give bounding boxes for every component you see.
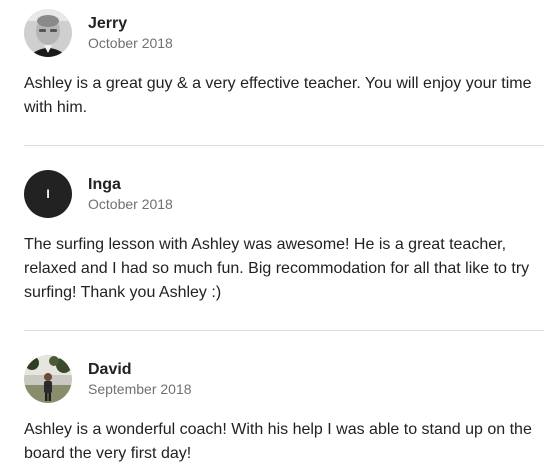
reviewer-avatar[interactable] — [24, 355, 72, 403]
review-item: David September 2018 Ashley is a wonderf… — [24, 355, 544, 462]
reviewer-name[interactable]: Jerry — [88, 14, 173, 34]
review-date: September 2018 — [88, 381, 192, 397]
reviewer-photo — [24, 355, 72, 403]
review-text: The surfing lesson with Ashley was aweso… — [24, 236, 530, 301]
reviewer-meta: David September 2018 — [88, 360, 192, 398]
reviewer-photo — [24, 9, 72, 57]
avatar-initial: I — [46, 187, 50, 201]
review-divider — [24, 330, 544, 331]
reviewer-avatar[interactable]: I — [24, 170, 72, 218]
reviewer-name[interactable]: David — [88, 360, 192, 380]
review-item: I Inga October 2018 The surfing lesson w… — [24, 170, 544, 301]
review-text: Ashley is a wonderful coach! With his he… — [24, 421, 532, 462]
reviewer-avatar[interactable] — [24, 9, 72, 57]
review-header: I Inga October 2018 — [24, 170, 544, 218]
reviews-list: Jerry October 2018 Ashley is a great guy… — [0, 0, 556, 467]
review-item: Jerry October 2018 Ashley is a great guy… — [24, 9, 544, 116]
review-header: David September 2018 — [24, 355, 544, 403]
review-text: Ashley is a great guy & a very effective… — [24, 75, 532, 116]
review-header: Jerry October 2018 — [24, 9, 544, 57]
reviewer-meta: Jerry October 2018 — [88, 14, 173, 52]
review-date: October 2018 — [88, 196, 173, 212]
reviewer-name[interactable]: Inga — [88, 175, 173, 195]
review-date: October 2018 — [88, 35, 173, 51]
review-divider — [24, 145, 544, 146]
reviewer-meta: Inga October 2018 — [88, 175, 173, 213]
